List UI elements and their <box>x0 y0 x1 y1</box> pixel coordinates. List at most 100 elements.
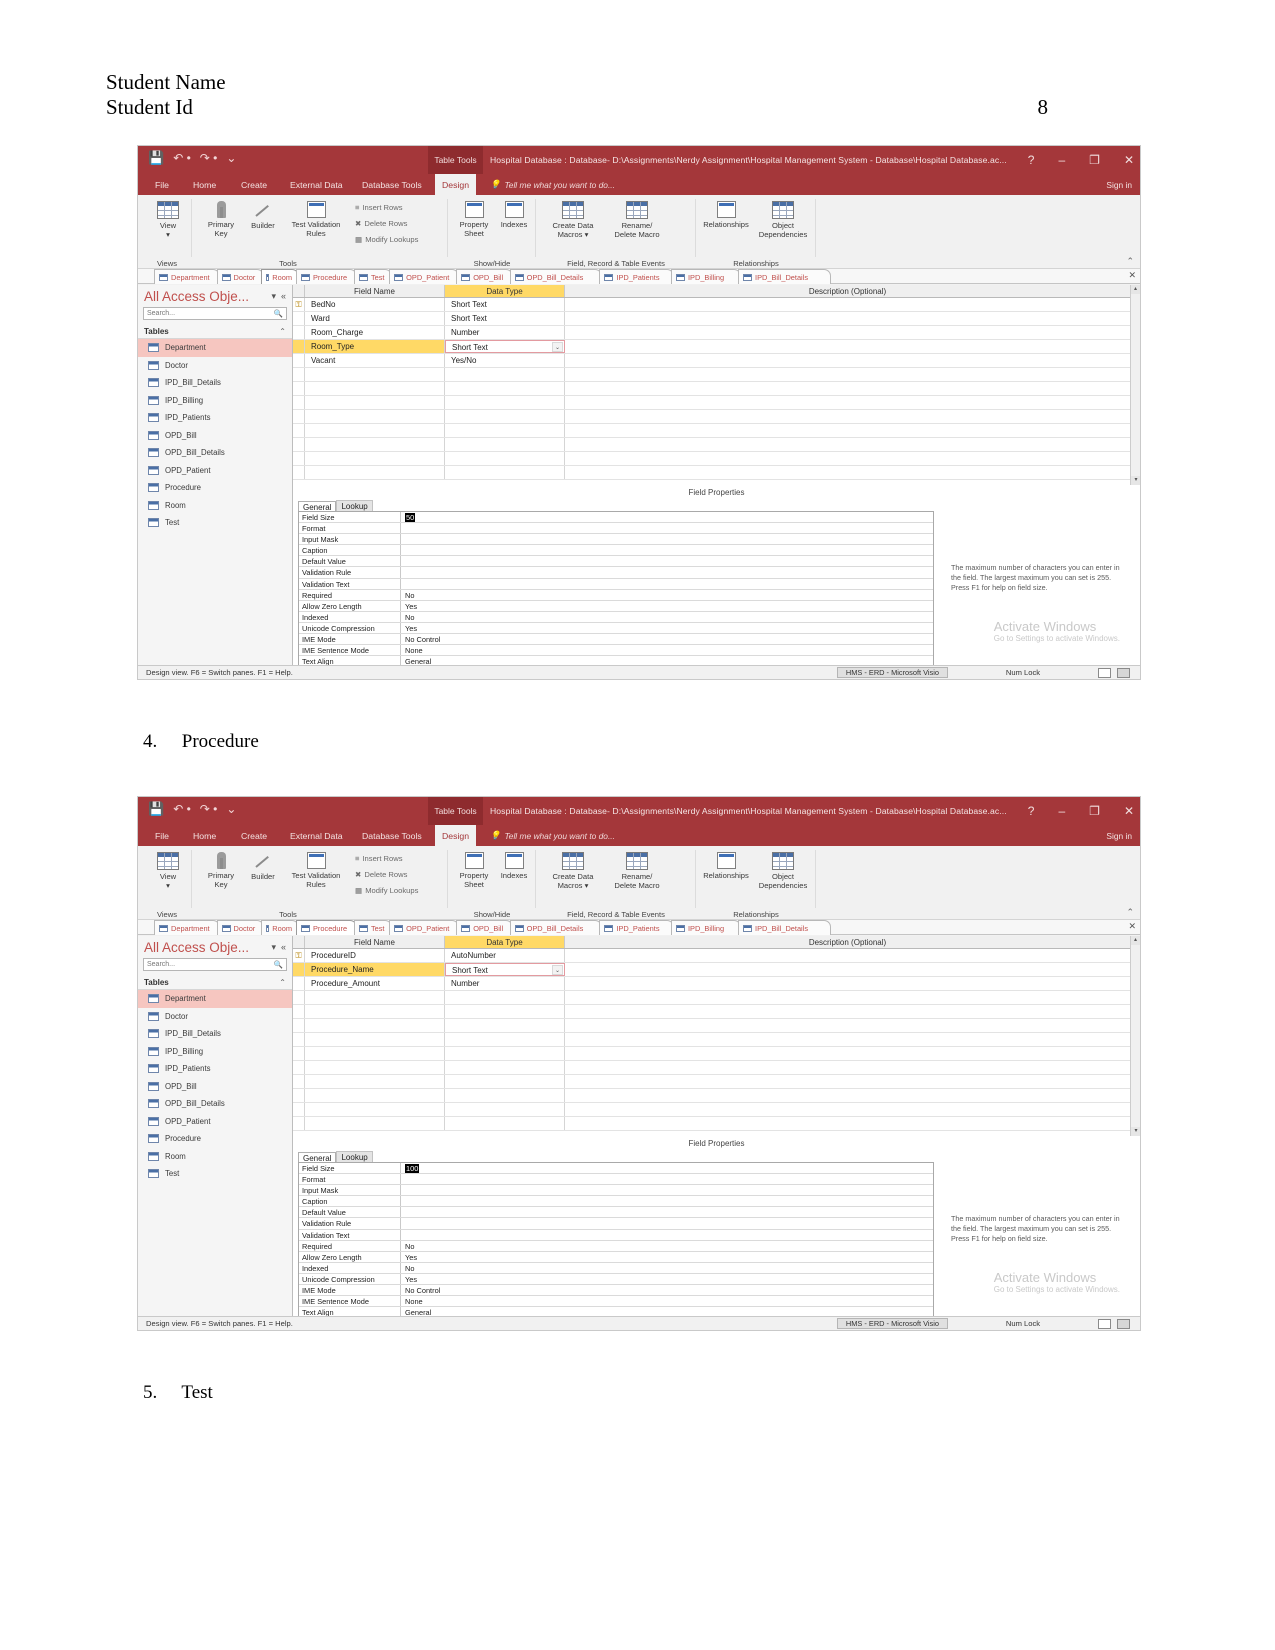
nav-item-procedure[interactable]: Procedure <box>138 1130 292 1148</box>
nav-item-ipd_patients[interactable]: IPD_Patients <box>138 1060 292 1078</box>
design-row-empty[interactable] <box>293 1047 1130 1061</box>
ribbon-tab-create[interactable]: Create <box>234 174 274 195</box>
object-tab-opd_patient[interactable]: OPD_Patient <box>389 269 460 284</box>
field-property-value[interactable]: Yes <box>401 623 933 633</box>
object-tab-ipd_billing[interactable]: IPD_Billing <box>671 269 742 284</box>
object-tab-test[interactable]: Test <box>353 269 393 284</box>
description-cell[interactable] <box>565 354 1130 367</box>
field-property-value[interactable]: Yes <box>401 601 933 611</box>
property-sheet-button[interactable]: Property Sheet <box>452 201 496 238</box>
nav-item-ipd_bill_details[interactable]: IPD_Bill_Details <box>138 374 292 392</box>
ribbon-tab-file[interactable]: File <box>148 174 176 195</box>
field-property-row[interactable]: Unicode Compression Yes <box>299 1273 933 1286</box>
modify-lookups-button[interactable]: ▦ Modify Lookups <box>355 235 418 244</box>
field-property-value[interactable]: None <box>401 645 933 655</box>
field-property-row[interactable]: Format <box>299 523 933 535</box>
field-property-row[interactable]: Allow Zero Length Yes <box>299 1251 933 1263</box>
create-data-macros-button[interactable]: Create Data Macros ▾ <box>544 201 602 239</box>
design-view-icon[interactable] <box>1117 667 1130 678</box>
design-row[interactable]: Room_Type Short Text ⌄ <box>293 340 1130 354</box>
nav-item-ipd_bill_details[interactable]: IPD_Bill_Details <box>138 1025 292 1043</box>
chevron-down-icon[interactable]: ⌄ <box>552 342 563 352</box>
field-property-value[interactable]: 100 <box>401 1163 933 1173</box>
nav-item-room[interactable]: Room <box>138 1148 292 1166</box>
data-type-cell[interactable]: Short Text <box>445 312 565 325</box>
builder-button[interactable]: Builder <box>243 201 283 230</box>
field-property-row[interactable]: Indexed No <box>299 611 933 623</box>
undo-icon[interactable]: ↶ • <box>173 802 191 816</box>
field-property-value[interactable] <box>401 1207 933 1217</box>
field-property-row[interactable]: Input Mask <box>299 1185 933 1197</box>
field-property-value[interactable] <box>401 567 933 577</box>
property-sheet-button[interactable]: Property Sheet <box>452 852 496 889</box>
field-property-row[interactable]: Field Size 100 <box>299 1163 933 1175</box>
field-property-row[interactable]: IME Sentence Mode None <box>299 645 933 657</box>
row-selector[interactable] <box>293 340 305 353</box>
design-row-empty[interactable] <box>293 1019 1130 1033</box>
nav-item-room[interactable]: Room <box>138 497 292 515</box>
field-property-value[interactable] <box>401 1196 933 1206</box>
field-name-cell[interactable]: Ward <box>305 312 445 325</box>
field-property-value[interactable] <box>401 1185 933 1195</box>
field-property-row[interactable]: IME Mode No Control <box>299 634 933 646</box>
nav-item-test[interactable]: Test <box>138 514 292 532</box>
ribbon-tab-external-data[interactable]: External Data <box>283 174 350 195</box>
design-row-empty[interactable] <box>293 410 1130 424</box>
datasheet-view-icon[interactable] <box>1098 667 1111 678</box>
design-row[interactable]: Ward Short Text <box>293 312 1130 326</box>
design-row-empty[interactable] <box>293 396 1130 410</box>
taskbar-item-visio[interactable]: HMS - ERD - Microsoft Visio <box>836 1318 948 1329</box>
relationships-button[interactable]: Relationships <box>698 852 754 880</box>
field-property-value[interactable] <box>401 1230 933 1240</box>
field-property-value[interactable]: No Control <box>401 1285 933 1295</box>
nav-pane-collapse-icon[interactable]: « <box>281 291 286 301</box>
design-row-empty[interactable] <box>293 1061 1130 1075</box>
design-row-empty[interactable] <box>293 382 1130 396</box>
field-property-value[interactable]: No <box>401 1263 933 1273</box>
save-icon[interactable]: 💾 <box>148 801 164 817</box>
minimize-icon[interactable]: – <box>1058 804 1065 818</box>
scroll-up-icon[interactable]: ▴ <box>1131 936 1140 945</box>
modify-lookups-button[interactable]: ▦ Modify Lookups <box>355 886 418 895</box>
field-property-value[interactable] <box>401 523 933 533</box>
row-selector[interactable] <box>293 977 305 990</box>
object-tab-department[interactable]: Department <box>154 920 220 935</box>
collapse-ribbon-icon[interactable]: ⌃ <box>1126 907 1134 918</box>
nav-item-ipd_billing[interactable]: IPD_Billing <box>138 1043 292 1061</box>
row-selector[interactable] <box>293 326 305 339</box>
description-cell[interactable] <box>565 977 1130 990</box>
nav-item-opd_patient[interactable]: OPD_Patient <box>138 462 292 480</box>
design-row-empty[interactable] <box>293 452 1130 466</box>
nav-item-ipd_billing[interactable]: IPD_Billing <box>138 392 292 410</box>
nav-group-tables[interactable]: Tables ⌃ <box>138 324 292 339</box>
close-object-icon[interactable]: ✕ <box>1128 270 1136 281</box>
data-type-cell[interactable]: Number <box>445 326 565 339</box>
object-dependencies-button[interactable]: Object Dependencies <box>754 201 812 239</box>
nav-item-opd_bill[interactable]: OPD_Bill <box>138 1078 292 1096</box>
test-validation-rules-button[interactable]: Test Validation Rules <box>283 852 349 889</box>
field-property-row[interactable]: Allow Zero Length Yes <box>299 600 933 612</box>
ribbon-tab-home[interactable]: Home <box>186 825 223 846</box>
field-name-cell[interactable]: Vacant <box>305 354 445 367</box>
description-cell[interactable] <box>565 298 1130 311</box>
customize-qat-icon[interactable]: ⌄ <box>226 151 236 165</box>
ribbon-tab-database-tools[interactable]: Database Tools <box>355 174 429 195</box>
field-name-cell[interactable]: Procedure_Amount <box>305 977 445 990</box>
row-selector[interactable] <box>293 354 305 367</box>
nav-group-tables[interactable]: Tables ⌃ <box>138 975 292 990</box>
ribbon-tab-home[interactable]: Home <box>186 174 223 195</box>
row-selector[interactable] <box>293 963 305 976</box>
row-selector[interactable] <box>293 312 305 325</box>
design-row-empty[interactable] <box>293 1103 1130 1117</box>
field-property-row[interactable]: IME Sentence Mode None <box>299 1296 933 1308</box>
nav-item-doctor[interactable]: Doctor <box>138 1008 292 1026</box>
field-name-cell[interactable]: Room_Type <box>305 340 445 353</box>
nav-item-opd_bill[interactable]: OPD_Bill <box>138 427 292 445</box>
object-tab-procedure[interactable]: Procedure <box>296 269 357 284</box>
design-row-empty[interactable] <box>293 1117 1130 1131</box>
design-row-empty[interactable] <box>293 438 1130 452</box>
ribbon-tab-design[interactable]: Design <box>435 174 477 195</box>
chevron-down-icon[interactable]: ⌄ <box>552 965 563 975</box>
object-tab-procedure[interactable]: Procedure <box>296 920 357 935</box>
field-property-row[interactable]: Caption <box>299 545 933 557</box>
